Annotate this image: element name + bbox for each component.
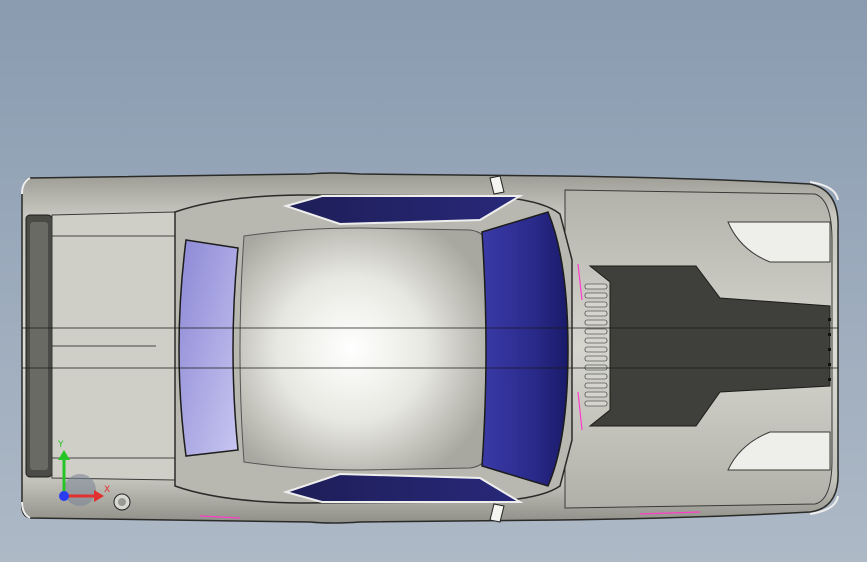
car-model-render[interactable]	[0, 0, 867, 562]
z-axis-dot-icon	[59, 491, 69, 501]
rear-window	[178, 239, 239, 457]
roof	[239, 227, 489, 471]
3d-viewport[interactable]: Y X	[0, 0, 867, 562]
axis-triad: Y X	[57, 440, 110, 506]
windshield	[481, 211, 569, 487]
y-axis-label: Y	[57, 440, 64, 450]
x-axis-arrow-icon	[94, 490, 104, 502]
x-axis-label: X	[104, 485, 110, 495]
y-axis-arrow-icon	[58, 450, 70, 460]
